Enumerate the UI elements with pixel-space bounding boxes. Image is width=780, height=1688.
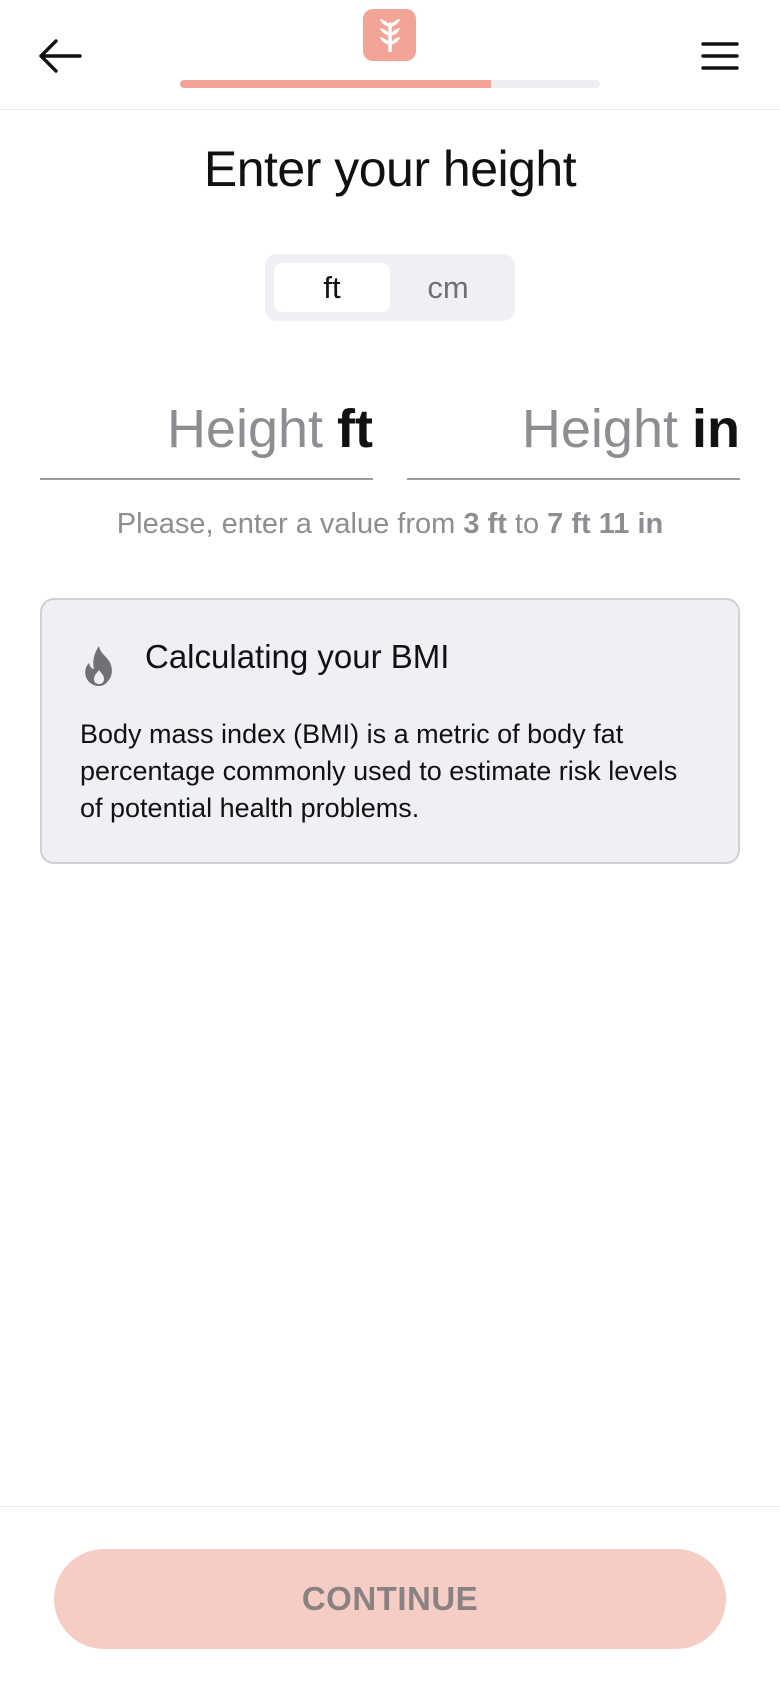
unit-toggle: ft cm: [265, 254, 515, 321]
progress-bar: [180, 80, 600, 88]
leaf-logo-icon: [363, 9, 416, 61]
hamburger-menu-icon: [701, 42, 739, 70]
height-feet-input[interactable]: [83, 398, 324, 460]
feet-unit-label: ft: [337, 399, 373, 459]
unit-option-cm[interactable]: cm: [390, 263, 506, 312]
hint-prefix: Please, enter a value from: [116, 508, 464, 540]
info-card-title: Calculating your BMI: [145, 638, 450, 675]
hint-min: 3 ft: [463, 508, 507, 540]
page-title: Enter your height: [203, 141, 577, 197]
hint-max: 7 ft 11 in: [547, 508, 664, 540]
arrow-left-icon: [39, 39, 82, 73]
bmi-info-card: Calculating your BMI Body mass index (BM…: [40, 598, 740, 864]
info-card-text: Body mass index (BMI) is a metric of bod…: [80, 719, 678, 823]
back-button[interactable]: [30, 28, 90, 84]
unit-option-ft[interactable]: ft: [274, 263, 390, 312]
top-bar: [0, 0, 780, 110]
feet-field: ft: [40, 380, 373, 480]
footer: CONTINUE: [0, 1506, 780, 1688]
progress-bar-fill: [180, 80, 491, 88]
flame-icon: [85, 646, 112, 686]
height-inches-input[interactable]: [438, 398, 678, 460]
inches-unit-label: in: [692, 399, 740, 459]
menu-button[interactable]: [690, 28, 750, 84]
continue-button[interactable]: CONTINUE: [54, 1549, 726, 1649]
range-hint: Please, enter a value from 3 ft to 7 ft …: [0, 508, 780, 541]
hint-middle: to: [506, 508, 548, 540]
inches-field: in: [407, 380, 740, 480]
